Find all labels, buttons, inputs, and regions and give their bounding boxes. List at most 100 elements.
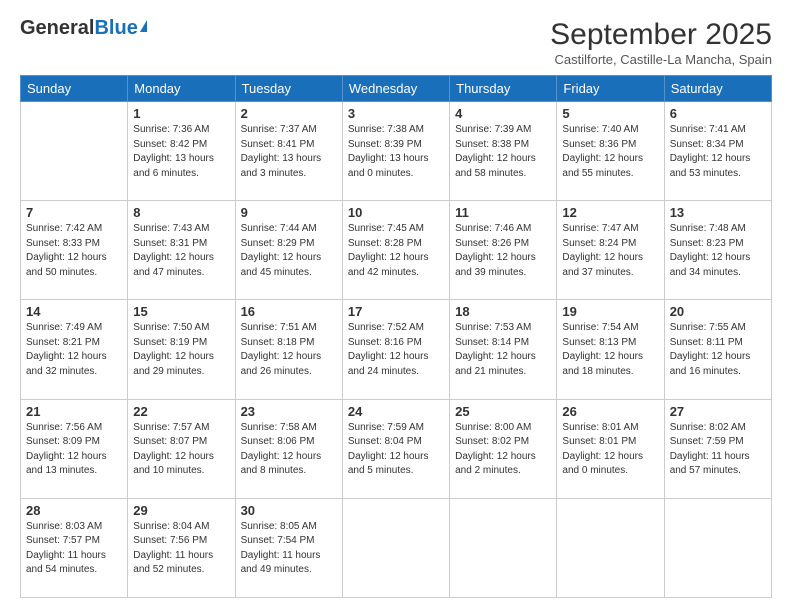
day-number: 24 [348, 404, 444, 419]
sunset-text: Sunset: 8:23 PM [670, 237, 766, 252]
sunset-text: Sunset: 8:01 PM [562, 435, 658, 450]
col-wednesday: Wednesday [342, 76, 449, 102]
table-row: 22Sunrise: 7:57 AMSunset: 8:07 PMDayligh… [128, 399, 235, 498]
calendar-week-row: 7Sunrise: 7:42 AMSunset: 8:33 PMDaylight… [21, 201, 772, 300]
day-number: 25 [455, 404, 551, 419]
day-number: 8 [133, 205, 229, 220]
table-row: 8 Sunrise: 7:43 AMSunset: 8:31 PMDaylight… [128, 201, 235, 300]
sunrise-text: Sunrise: 8:04 AM [133, 520, 229, 535]
table-row: 5Sunrise: 7:40 AMSunset: 8:36 PMDaylight… [557, 102, 664, 201]
cell-info: Sunrise: 8:03 AMSunset: 7:57 PMDaylight:… [26, 520, 122, 578]
daylight-text: Daylight: 12 hours and 55 minutes. [562, 152, 658, 181]
sunrise-text: Sunrise: 7:51 AM [241, 321, 337, 336]
sunset-text: Sunset: 8:04 PM [348, 435, 444, 450]
col-sunday: Sunday [21, 76, 128, 102]
sunrise-text: Sunrise: 7:42 AM [26, 222, 122, 237]
table-row: 30Sunrise: 8:05 AMSunset: 7:54 PMDayligh… [235, 498, 342, 597]
day-number: 28 [26, 503, 122, 518]
daylight-text: Daylight: 12 hours and 39 minutes. [455, 251, 551, 280]
sunrise-text: Sunrise: 7:36 AM [133, 123, 229, 138]
table-row: 11Sunrise: 7:46 AMSunset: 8:26 PMDayligh… [450, 201, 557, 300]
table-row: 14Sunrise: 7:49 AMSunset: 8:21 PMDayligh… [21, 300, 128, 399]
col-thursday: Thursday [450, 76, 557, 102]
sunset-text: Sunset: 8:36 PM [562, 138, 658, 153]
daylight-text: Daylight: 12 hours and 42 minutes. [348, 251, 444, 280]
table-row: 2Sunrise: 7:37 AMSunset: 8:41 PMDaylight… [235, 102, 342, 201]
calendar-table: Sunday Monday Tuesday Wednesday Thursday… [20, 75, 772, 598]
table-row [664, 498, 771, 597]
daylight-text: Daylight: 12 hours and 37 minutes. [562, 251, 658, 280]
sunset-text: Sunset: 8:42 PM [133, 138, 229, 153]
day-number: 22 [133, 404, 229, 419]
sunset-text: Sunset: 8:41 PM [241, 138, 337, 153]
sunrise-text: Sunrise: 7:50 AM [133, 321, 229, 336]
table-row: 25 Sunrise: 8:00 AMSunset: 8:02 PMDayligh… [450, 399, 557, 498]
sunrise-text: Sunrise: 7:58 AM [241, 421, 337, 436]
daylight-text: Daylight: 12 hours and 18 minutes. [562, 350, 658, 379]
table-row: 17Sunrise: 7:52 AMSunset: 8:16 PMDayligh… [342, 300, 449, 399]
sunset-text: Sunset: 8:33 PM [26, 237, 122, 252]
cell-info: Sunrise: 8:02 AMSunset: 7:59 PMDaylight:… [670, 421, 766, 479]
sunrise-text: Sunrise: 7:56 AM [26, 421, 122, 436]
calendar-week-row: 14 Sunrise: 7:49 AMSunset: 8:21 PM Dayligh… [21, 300, 772, 399]
sunrise-text: Sunrise: 7:49 AM [26, 321, 122, 336]
table-row: 28 Sunrise: 8:03 AMSunset: 7:57 PMDayligh… [21, 498, 128, 597]
sunrise-text: Sunrise: 7:38 AM [348, 123, 444, 138]
col-saturday: Saturday [664, 76, 771, 102]
sunrise-text: Sunrise: 7:52 AM [348, 321, 444, 336]
sunrise-text: Sunrise: 7:43 AM [133, 222, 229, 237]
cell-info: Sunrise: 7:53 AMSunset: 8:14 PMDaylight:… [455, 321, 551, 379]
day-number: 29 [133, 503, 229, 518]
cell-info: Sunrise: 7:48 AMSunset: 8:23 PMDaylight:… [670, 222, 766, 280]
table-row: 24Sunrise: 7:59 AMSunset: 8:04 PMDayligh… [342, 399, 449, 498]
sunset-text: Sunset: 8:14 PM [455, 336, 551, 351]
daylight-text: Daylight: 12 hours and 26 minutes. [241, 350, 337, 379]
table-row [21, 102, 128, 201]
sunset-text: Sunset: 8:28 PM [348, 237, 444, 252]
daylight-text: Daylight: 12 hours and 21 minutes. [455, 350, 551, 379]
daylight-text: Daylight: 11 hours and 57 minutes. [670, 450, 766, 479]
sunrise-text: Sunrise: 7:55 AM [670, 321, 766, 336]
cell-info: Sunrise: 7:54 AMSunset: 8:13 PMDaylight:… [562, 321, 658, 379]
cell-info: Sunrise: 8:00 AMSunset: 8:02 PMDaylight:… [455, 421, 551, 479]
calendar-header-row: Sunday Monday Tuesday Wednesday Thursday… [21, 76, 772, 102]
table-row: 10Sunrise: 7:45 AMSunset: 8:28 PMDayligh… [342, 201, 449, 300]
day-number: 21 [26, 404, 122, 419]
daylight-text: Daylight: 13 hours and 6 minutes. [133, 152, 229, 181]
calendar-week-row: 28 Sunrise: 8:03 AMSunset: 7:57 PMDayligh… [21, 498, 772, 597]
sunrise-text: Sunrise: 8:05 AM [241, 520, 337, 535]
table-row: 19Sunrise: 7:54 AMSunset: 8:13 PMDayligh… [557, 300, 664, 399]
cell-info: Sunrise: 7:43 AMSunset: 8:31 PMDaylight:… [133, 222, 229, 280]
day-number: 3 [348, 106, 444, 121]
table-row: 1Sunrise: 7:36 AMSunset: 8:42 PMDaylight… [128, 102, 235, 201]
daylight-text: Daylight: 12 hours and 24 minutes. [348, 350, 444, 379]
sunset-text: Sunset: 8:07 PM [133, 435, 229, 450]
daylight-text: Daylight: 12 hours and 47 minutes. [133, 251, 229, 280]
sunset-text: Sunset: 8:21 PM [26, 336, 122, 351]
cell-info: Sunrise: 8:01 AMSunset: 8:01 PMDaylight:… [562, 421, 658, 479]
day-number: 14 [26, 304, 122, 319]
daylight-text: Daylight: 12 hours and 8 minutes. [241, 450, 337, 479]
table-row: 16Sunrise: 7:51 AMSunset: 8:18 PMDayligh… [235, 300, 342, 399]
sunset-text: Sunset: 7:54 PM [241, 534, 337, 549]
table-row: 26Sunrise: 8:01 AMSunset: 8:01 PMDayligh… [557, 399, 664, 498]
sunrise-text: Sunrise: 8:02 AM [670, 421, 766, 436]
daylight-text: Daylight: 12 hours and 58 minutes. [455, 152, 551, 181]
daylight-text: Daylight: 12 hours and 45 minutes. [241, 251, 337, 280]
cell-info: Sunrise: 7:38 AMSunset: 8:39 PMDaylight:… [348, 123, 444, 181]
sunrise-text: Sunrise: 8:00 AM [455, 421, 551, 436]
sunrise-text: Sunrise: 8:03 AM [26, 520, 122, 535]
table-row [557, 498, 664, 597]
logo: GeneralBlue [20, 18, 147, 38]
cell-info: Sunrise: 7:56 AMSunset: 8:09 PMDaylight:… [26, 421, 122, 479]
day-number: 18 [455, 304, 551, 319]
table-row: 15Sunrise: 7:50 AMSunset: 8:19 PMDayligh… [128, 300, 235, 399]
day-number: 16 [241, 304, 337, 319]
day-number: 17 [348, 304, 444, 319]
sunset-text: Sunset: 8:39 PM [348, 138, 444, 153]
daylight-text: Daylight: 12 hours and 13 minutes. [26, 450, 122, 479]
sunset-text: Sunset: 8:26 PM [455, 237, 551, 252]
daylight-text: Daylight: 12 hours and 10 minutes. [133, 450, 229, 479]
day-number: 6 [670, 106, 766, 121]
cell-info: Sunrise: 7:41 AMSunset: 8:34 PMDaylight:… [670, 123, 766, 181]
